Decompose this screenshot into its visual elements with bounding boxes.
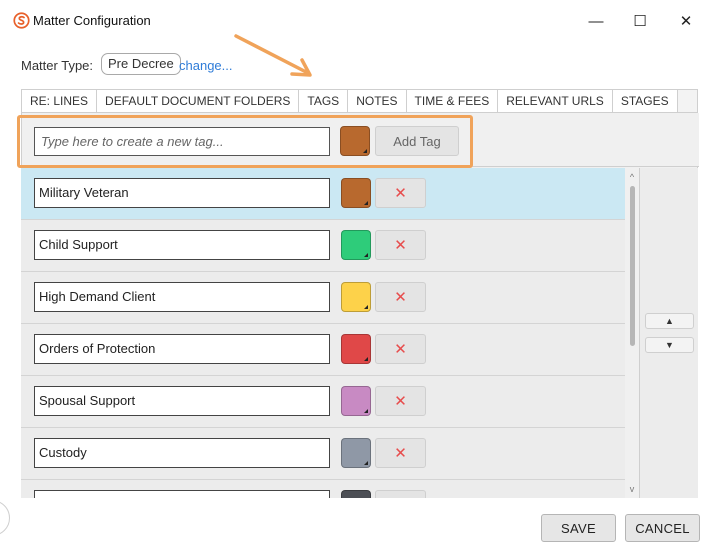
change-matter-type-link[interactable]: change... <box>179 58 233 73</box>
scroll-up-icon[interactable]: ^ <box>625 172 639 182</box>
tag-row <box>21 480 625 498</box>
tab-bar: RE: LINES DEFAULT DOCUMENT FOLDERS TAGS … <box>21 89 698 113</box>
scroll-down-icon[interactable]: v <box>625 484 639 494</box>
tab-bar-filler <box>677 90 697 112</box>
reorder-panel <box>639 168 698 498</box>
delete-icon: ✕ <box>394 185 407 202</box>
window-title: Matter Configuration <box>33 13 151 28</box>
delete-icon: ✕ <box>394 341 407 358</box>
tag-row: Child Support ✕ <box>21 220 625 272</box>
cancel-button[interactable]: CANCEL <box>625 514 700 542</box>
app-logo-icon <box>13 12 30 29</box>
tag-name-field[interactable]: Military Veteran <box>34 178 330 208</box>
delete-tag-button[interactable]: ✕ <box>375 282 426 312</box>
save-button[interactable]: SAVE <box>541 514 616 542</box>
tab-re-lines[interactable]: RE: LINES <box>22 90 98 112</box>
delete-tag-button[interactable] <box>375 490 426 498</box>
tag-list: Military Veteran ✕ Child Support ✕ High … <box>21 168 625 498</box>
delete-tag-button[interactable]: ✕ <box>375 334 426 364</box>
tag-color-picker[interactable] <box>341 282 371 312</box>
tag-color-picker[interactable] <box>341 334 371 364</box>
delete-icon: ✕ <box>394 237 407 254</box>
delete-tag-button[interactable]: ✕ <box>375 438 426 468</box>
arrow-up-icon: ▲ <box>665 316 674 326</box>
maximize-button[interactable]: ☐ <box>618 6 662 36</box>
tag-row: Custody ✕ <box>21 428 625 480</box>
tag-row: Orders of Protection ✕ <box>21 324 625 376</box>
delete-tag-button[interactable]: ✕ <box>375 178 426 208</box>
tag-name-field[interactable]: Spousal Support <box>34 386 330 416</box>
tag-color-picker[interactable] <box>341 386 371 416</box>
move-up-button[interactable]: ▲ <box>645 313 694 329</box>
tag-color-picker[interactable] <box>341 230 371 260</box>
maximize-icon: ☐ <box>633 13 647 30</box>
delete-icon: ✕ <box>394 445 407 462</box>
title-bar: Matter Configuration — ☐ ✕ <box>0 0 714 42</box>
minimize-icon: — <box>588 12 604 30</box>
tab-notes[interactable]: NOTES <box>348 90 407 112</box>
tab-default-document-folders[interactable]: DEFAULT DOCUMENT FOLDERS <box>97 90 300 112</box>
annotation-arrow-icon <box>234 34 312 77</box>
tab-time-fees[interactable]: TIME & FEES <box>406 90 499 112</box>
tab-stages[interactable]: STAGES <box>612 90 678 112</box>
delete-tag-button[interactable]: ✕ <box>375 230 426 260</box>
tag-name-field[interactable] <box>34 490 330 498</box>
tag-name-field[interactable]: Custody <box>34 438 330 468</box>
tag-row: High Demand Client ✕ <box>21 272 625 324</box>
tab-tags[interactable]: TAGS <box>299 90 349 112</box>
tag-name-field[interactable]: High Demand Client <box>34 282 330 312</box>
delete-tag-button[interactable]: ✕ <box>375 386 426 416</box>
matter-type-label: Matter Type: <box>21 58 94 73</box>
delete-icon: ✕ <box>394 393 407 410</box>
move-down-button[interactable]: ▼ <box>645 337 694 353</box>
annotation-highlight-box <box>17 115 473 168</box>
minimize-button[interactable]: — <box>574 6 618 36</box>
matter-type-value: Pre Decree <box>101 53 181 75</box>
tag-row: Spousal Support ✕ <box>21 376 625 428</box>
tag-list-scrollbar[interactable]: ^ v <box>625 168 639 498</box>
tag-color-picker[interactable] <box>341 438 371 468</box>
corner-decoration <box>0 500 10 536</box>
tag-color-picker[interactable] <box>341 490 371 498</box>
scrollbar-thumb[interactable] <box>630 186 635 346</box>
tag-name-field[interactable]: Child Support <box>34 230 330 260</box>
tag-color-picker[interactable] <box>341 178 371 208</box>
tag-row: Military Veteran ✕ <box>21 168 625 220</box>
close-icon: ✕ <box>679 13 693 30</box>
delete-icon: ✕ <box>394 289 407 306</box>
tab-relevant-urls[interactable]: RELEVANT URLS <box>498 90 613 112</box>
tag-name-field[interactable]: Orders of Protection <box>34 334 330 364</box>
arrow-down-icon: ▼ <box>665 340 674 350</box>
close-button[interactable]: ✕ <box>664 6 708 36</box>
